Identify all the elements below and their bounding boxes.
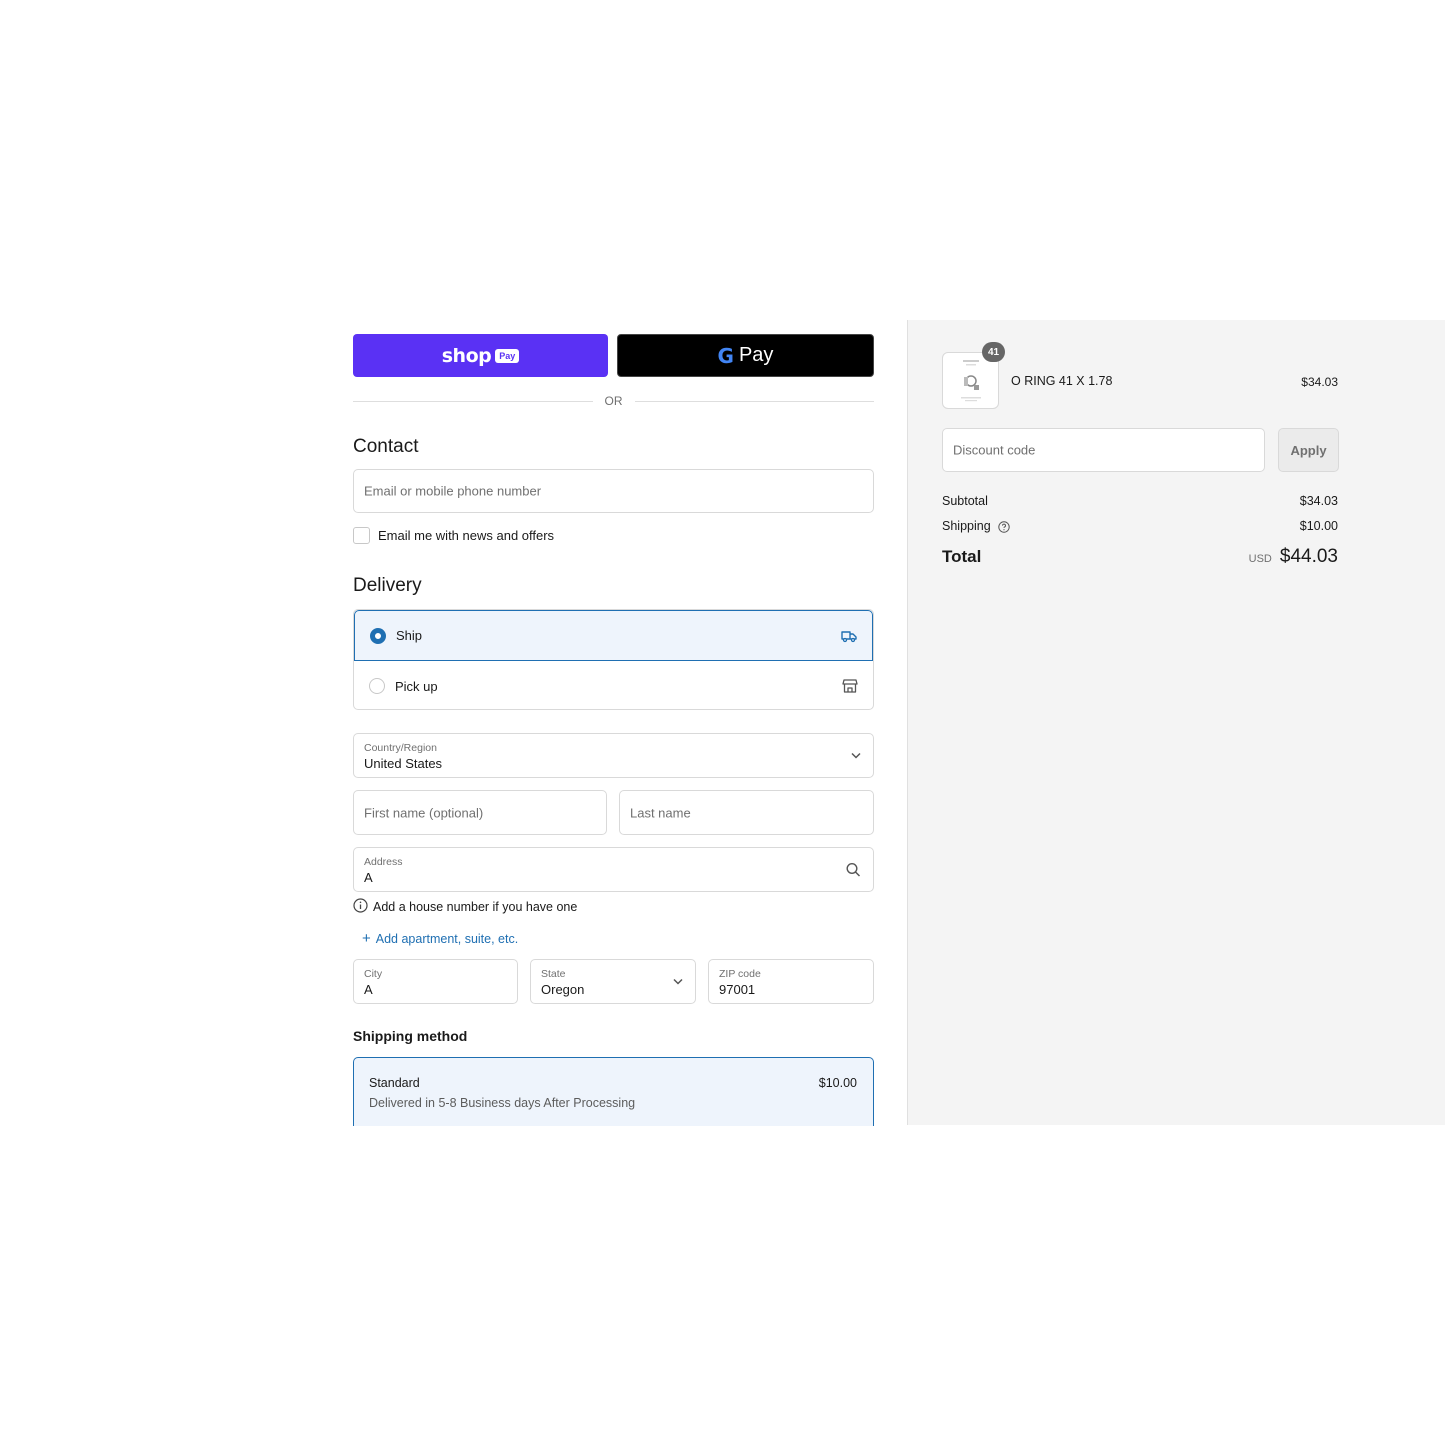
first-name-placeholder: First name (optional) [364,805,484,820]
discount-code-field[interactable]: Discount code [942,428,1265,472]
city-value: A [364,982,373,997]
delivery-title: Delivery [353,575,422,596]
state-label: State [541,968,566,980]
address-hint: Add a house number if you have one [353,898,577,916]
store-icon [842,678,858,694]
discount-placeholder: Discount code [953,442,1036,458]
newsletter-checkbox[interactable] [353,527,370,544]
city-label: City [364,968,383,980]
google-g-icon: G [717,343,734,368]
divider-line [634,400,874,402]
or-text: OR [604,394,623,408]
chevron-down-icon [851,752,861,759]
subtotal-label: Subtotal [942,494,988,508]
pickup-radio[interactable] [369,678,385,694]
shipping-option-price: $10.00 [818,1076,857,1090]
email-placeholder: Email or mobile phone number [364,483,542,499]
shipping-row: Shipping $10.00 [942,519,1338,533]
shipping-label: Shipping [942,519,991,533]
shipping-option-description: Delivered in 5-8 Business days After Pro… [369,1096,636,1110]
total-label: Total [942,547,982,566]
divider-line [353,400,593,402]
total-amount: $44.03 [1279,546,1338,567]
shop-pay-badge: Pay [495,348,520,363]
country-value: United States [364,756,443,771]
shipping-option-name: Standard [369,1076,420,1090]
city-field[interactable]: City A [353,959,518,1004]
shipping-value: $10.00 [1299,519,1338,533]
last-name-field[interactable]: Last name [619,790,874,835]
delivery-options: Ship Pick up [353,609,874,710]
shipping-option-standard[interactable]: Standard Delivered in 5-8 Business days … [353,1057,874,1126]
zip-value: 97001 [719,982,756,997]
state-select[interactable]: State Oregon [530,959,696,1004]
google-pay-label: Pay [738,344,774,366]
country-select[interactable]: Country/Region United States [353,733,874,778]
ship-label: Ship [396,628,423,643]
zip-field[interactable]: ZIP code 97001 [708,959,874,1004]
shop-pay-logo: shop [441,344,492,367]
add-apartment-link[interactable]: + Add apartment, suite, etc. [362,930,518,947]
subtotal-value: $34.03 [1299,494,1338,508]
help-icon[interactable] [998,521,1010,533]
shipping-method-title: Shipping method [353,1028,468,1044]
google-pay-button[interactable]: G Pay [617,334,874,377]
country-label: Country/Region [364,742,437,754]
state-value: Oregon [541,982,585,997]
ship-radio[interactable] [370,627,386,644]
plus-icon: + [362,930,371,947]
currency-code: USD [1248,553,1272,565]
chevron-down-icon [673,978,683,985]
zip-label: ZIP code [719,968,761,980]
delivery-option-pickup[interactable]: Pick up [354,661,873,709]
add-apartment-text: Add apartment, suite, etc. [375,931,519,946]
product-price: $34.03 [1301,375,1338,389]
product-image [960,359,981,401]
address-label: Address [364,856,403,868]
newsletter-row: Email me with news and offers [353,527,554,544]
address-field[interactable]: Address A [353,847,874,892]
total-row: Total USD $44.03 [942,546,1338,568]
apply-discount-button[interactable]: Apply [1278,428,1339,472]
product-name: O RING 41 X 1.78 [1011,374,1113,388]
last-name-placeholder: Last name [630,805,691,820]
truck-icon [841,629,857,643]
newsletter-label: Email me with news and offers [378,528,555,543]
contact-title: Contact [353,436,419,457]
pickup-label: Pick up [395,678,438,694]
address-value: A [364,870,373,885]
address-hint-text: Add a house number if you have one [373,900,578,914]
first-name-field[interactable]: First name (optional) [353,790,607,835]
quantity-badge: 41 [982,342,1005,362]
email-field[interactable]: Email or mobile phone number [353,469,874,513]
info-icon [353,898,368,916]
subtotal-row: Subtotal $34.03 [942,494,1338,508]
shop-pay-button[interactable]: shop Pay [353,334,608,377]
search-icon[interactable] [846,862,861,877]
delivery-option-ship[interactable]: Ship [354,610,873,661]
or-divider: OR [353,394,874,408]
